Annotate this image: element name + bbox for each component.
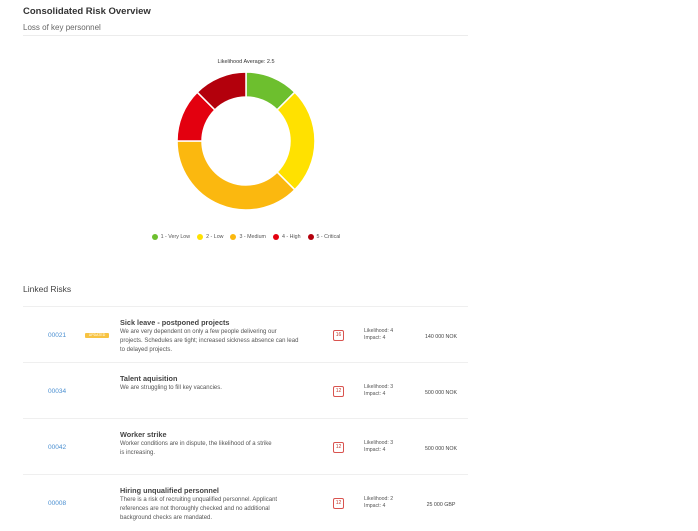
donut-slice-3[interactable] — [176, 140, 296, 211]
risk-metrics: Likelihood: 4 Impact: 4 — [364, 328, 393, 342]
risk-row[interactable]: 00042 Worker strike Worker conditions ar… — [23, 418, 468, 475]
risk-description-line: references are not thoroughly checked an… — [120, 506, 270, 512]
risk-description-line: to delayed projects. — [120, 347, 173, 353]
page-title: Consolidated Risk Overview — [23, 6, 151, 17]
page-header: Consolidated Risk Overview Loss of key p… — [23, 6, 468, 33]
donut-svg — [176, 71, 316, 211]
impact-value: Impact: 4 — [364, 503, 386, 509]
risk-description-line: There is a risk of recruiting unqualifie… — [120, 497, 278, 503]
risk-row[interactable]: 00008 Hiring unqualified personnel There… — [23, 474, 468, 531]
legend-item-1[interactable]: 1 - Very Low — [151, 234, 191, 240]
legend-item-5[interactable]: 5 - Critical — [307, 234, 341, 240]
legend-label: 1 - Very Low — [160, 234, 191, 240]
risk-metrics: Likelihood: 2 Impact: 4 — [364, 496, 393, 510]
header-divider — [23, 35, 468, 36]
risk-description-line: We are struggling to fill key vacancies. — [120, 385, 222, 391]
likelihood-value: Likelihood: 4 — [364, 328, 394, 334]
risk-metrics: Likelihood: 3 Impact: 4 — [364, 440, 393, 454]
page-subtitle: Loss of key personnel — [23, 23, 101, 32]
likelihood-donut-chart: Likelihood Average: 2.5 — [140, 52, 352, 252]
risk-id-link[interactable]: 00008 — [48, 500, 66, 507]
impact-value: Impact: 4 — [364, 391, 386, 397]
risk-description-line: We are very dependent on only a few peop… — [120, 329, 277, 335]
legend-dot — [307, 234, 314, 240]
risk-score-badge: 12 — [333, 386, 344, 397]
legend-item-3[interactable]: 3 - Medium — [230, 234, 266, 240]
risk-description: We are very dependent on only a few peop… — [120, 328, 320, 355]
risk-value: 500 000 NOK — [424, 446, 458, 452]
risk-title: Sick leave - postponed projects — [120, 318, 230, 327]
impact-value: Impact: 4 — [364, 447, 386, 453]
risk-description: We are struggling to fill key vacancies. — [120, 384, 320, 393]
risk-row[interactable]: 00021 UPDATED Sick leave - postponed pro… — [23, 306, 468, 363]
legend-dot — [151, 234, 158, 240]
risk-row[interactable]: 00034 Talent aquisition We are strugglin… — [23, 362, 468, 419]
legend-label: 3 - Medium — [239, 234, 266, 240]
risk-description: There is a risk of recruiting unqualifie… — [120, 496, 320, 523]
risk-description-line: background checks are mandated. — [120, 515, 213, 521]
risk-title: Hiring unqualified personnel — [120, 486, 219, 495]
legend-label: 4 - High — [281, 234, 301, 240]
impact-value: Impact: 4 — [364, 335, 386, 341]
likelihood-value: Likelihood: 2 — [364, 496, 394, 502]
legend-dot — [272, 234, 279, 240]
updated-badge: UPDATED — [85, 333, 109, 338]
likelihood-value: Likelihood: 3 — [364, 440, 394, 446]
legend-dot — [197, 234, 204, 240]
chart-legend: 1 - Very Low 2 - Low 3 - Medium 4 - High 5 -… — [140, 234, 352, 240]
risk-id-link[interactable]: 00021 — [48, 332, 66, 339]
risk-score-badge: 12 — [333, 498, 344, 509]
legend-item-2[interactable]: 2 - Low — [197, 234, 223, 240]
risk-description-line: Worker conditions are in dispute, the li… — [120, 441, 272, 447]
linked-risks-title: Linked Risks — [23, 284, 72, 294]
donut-slice-2[interactable] — [276, 91, 316, 191]
risk-id-link[interactable]: 00042 — [48, 444, 66, 451]
legend-label: 5 - Critical — [316, 234, 341, 240]
risk-description-line: projects. Schedules are tight; increased… — [120, 338, 299, 344]
risk-title: Worker strike — [120, 430, 167, 439]
risk-description: Worker conditions are in dispute, the li… — [120, 440, 320, 458]
risk-id-link[interactable]: 00034 — [48, 388, 66, 395]
risk-title: Talent aquisition — [120, 374, 178, 383]
risk-value: 25 000 GBP — [426, 502, 456, 508]
risk-score-badge: 12 — [333, 442, 344, 453]
risk-value: 140 000 NOK — [424, 334, 458, 340]
risk-description-line: is increasing. — [120, 450, 156, 456]
legend-label: 2 - Low — [206, 234, 224, 240]
likelihood-value: Likelihood: 3 — [364, 384, 394, 390]
legend-dot — [230, 234, 237, 240]
legend-item-4[interactable]: 4 - High — [272, 234, 301, 240]
risk-score-badge: 16 — [333, 330, 344, 341]
risk-value: 500 000 NOK — [424, 390, 458, 396]
risk-metrics: Likelihood: 3 Impact: 4 — [364, 384, 393, 398]
